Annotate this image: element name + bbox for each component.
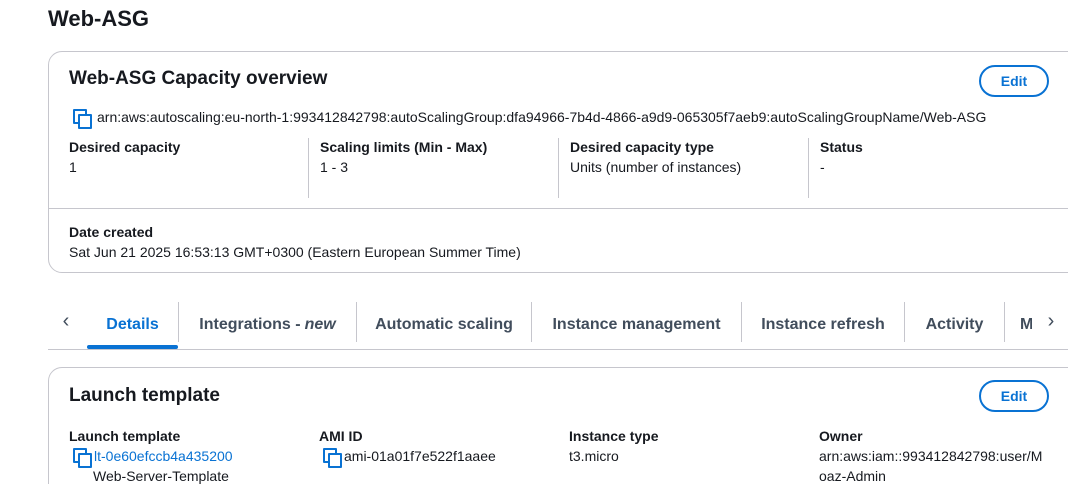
tab-monitoring[interactable]: M bbox=[1020, 300, 1032, 350]
tab-label: Activity bbox=[925, 316, 984, 333]
desired-capacity-type-field: Desired capacity type Units (number of i… bbox=[558, 138, 808, 198]
copy-icon[interactable] bbox=[73, 109, 92, 129]
tab-label: Automatic scaling bbox=[375, 316, 513, 333]
field-value: Units (number of instances) bbox=[570, 159, 742, 175]
field-label: Date created bbox=[69, 224, 154, 240]
tab-integrations[interactable]: Integrations - new bbox=[179, 300, 356, 350]
page-title: Web-ASG bbox=[48, 6, 150, 31]
field-label: Status bbox=[820, 139, 863, 155]
launch-template-title: Launch template bbox=[69, 385, 220, 406]
field-label: Scaling limits (Min - Max) bbox=[320, 139, 488, 155]
launch-template-link-row: lt-0e60efccb4a435200 bbox=[73, 446, 309, 468]
tab-label: Integrations - bbox=[199, 316, 301, 333]
capacity-overview-title: Web-ASG Capacity overview bbox=[69, 68, 328, 89]
scaling-limits-field: Scaling limits (Min - Max) 1 - 3 bbox=[308, 138, 558, 198]
tab-separator bbox=[1004, 302, 1005, 342]
launch-template-edit-button[interactable]: Edit bbox=[979, 380, 1049, 412]
tab-label: Instance management bbox=[552, 316, 721, 333]
chevron-right-icon[interactable]: › bbox=[1041, 310, 1061, 332]
chevron-left-icon[interactable]: ‹ bbox=[56, 310, 76, 332]
tab-instance-management[interactable]: Instance management bbox=[532, 300, 741, 350]
field-value: - bbox=[820, 159, 825, 175]
copy-icon[interactable] bbox=[73, 448, 92, 468]
field-label: Launch template bbox=[69, 428, 181, 444]
field-label: Desired capacity bbox=[69, 139, 181, 155]
asg-arn: arn:aws:autoscaling:eu-north-1:993412842… bbox=[97, 109, 987, 125]
field-label: AMI ID bbox=[319, 428, 363, 444]
owner-value-line2: oaz-Admin bbox=[819, 468, 886, 484]
tab-new-label: new bbox=[304, 316, 336, 333]
launch-template-name: Web-Server-Template bbox=[93, 468, 229, 484]
tab-automatic-scaling[interactable]: Automatic scaling bbox=[357, 300, 531, 350]
launch-template-id-link[interactable]: lt-0e60efccb4a435200 bbox=[94, 446, 233, 466]
launch-template-field: Launch template lt-0e60efccb4a435200 Web… bbox=[69, 427, 309, 484]
instance-type-field: Instance type t3.micro bbox=[569, 427, 809, 466]
field-value: t3.micro bbox=[569, 448, 619, 464]
owner-value-line1: arn:aws:iam::993412842798:user/M bbox=[819, 448, 1043, 464]
tabs-bar: ‹ Details Integrations - new Automatic s… bbox=[48, 300, 1068, 350]
arn-row: arn:aws:autoscaling:eu-north-1:993412842… bbox=[73, 109, 987, 129]
tab-label: Instance refresh bbox=[761, 316, 885, 333]
field-value: 1 - 3 bbox=[320, 159, 349, 175]
tab-label: Details bbox=[106, 316, 159, 333]
divider bbox=[49, 208, 1068, 209]
launch-template-panel: Launch template Edit Launch template lt-… bbox=[48, 367, 1068, 484]
owner-field: Owner arn:aws:iam::993412842798:user/M o… bbox=[819, 427, 1059, 484]
desired-capacity-field: Desired capacity 1 bbox=[69, 138, 309, 198]
ami-id-value: ami-01a01f7e522f1aaee bbox=[344, 448, 496, 464]
field-value: 1 bbox=[69, 159, 77, 175]
tab-instance-refresh[interactable]: Instance refresh bbox=[742, 300, 904, 350]
field-value: Sat Jun 21 2025 16:53:13 GMT+0300 (Easte… bbox=[69, 244, 521, 260]
ami-id-row: ami-01a01f7e522f1aaee bbox=[323, 446, 559, 468]
capacity-edit-button[interactable]: Edit bbox=[979, 65, 1049, 97]
ami-id-field: AMI ID ami-01a01f7e522f1aaee bbox=[319, 427, 559, 468]
date-created-field: Date created Sat Jun 21 2025 16:53:13 GM… bbox=[69, 223, 769, 262]
tab-activity[interactable]: Activity bbox=[905, 300, 1004, 350]
field-label: Instance type bbox=[569, 428, 659, 444]
field-label: Owner bbox=[819, 428, 863, 444]
copy-icon[interactable] bbox=[323, 448, 342, 468]
status-field: Status - bbox=[808, 138, 1058, 198]
tab-label: M bbox=[1020, 316, 1032, 333]
tab-details[interactable]: Details bbox=[87, 300, 178, 350]
field-label: Desired capacity type bbox=[570, 139, 714, 155]
active-tab-indicator bbox=[87, 345, 178, 349]
capacity-overview-panel: Web-ASG Capacity overview Edit arn:aws:a… bbox=[48, 51, 1068, 273]
